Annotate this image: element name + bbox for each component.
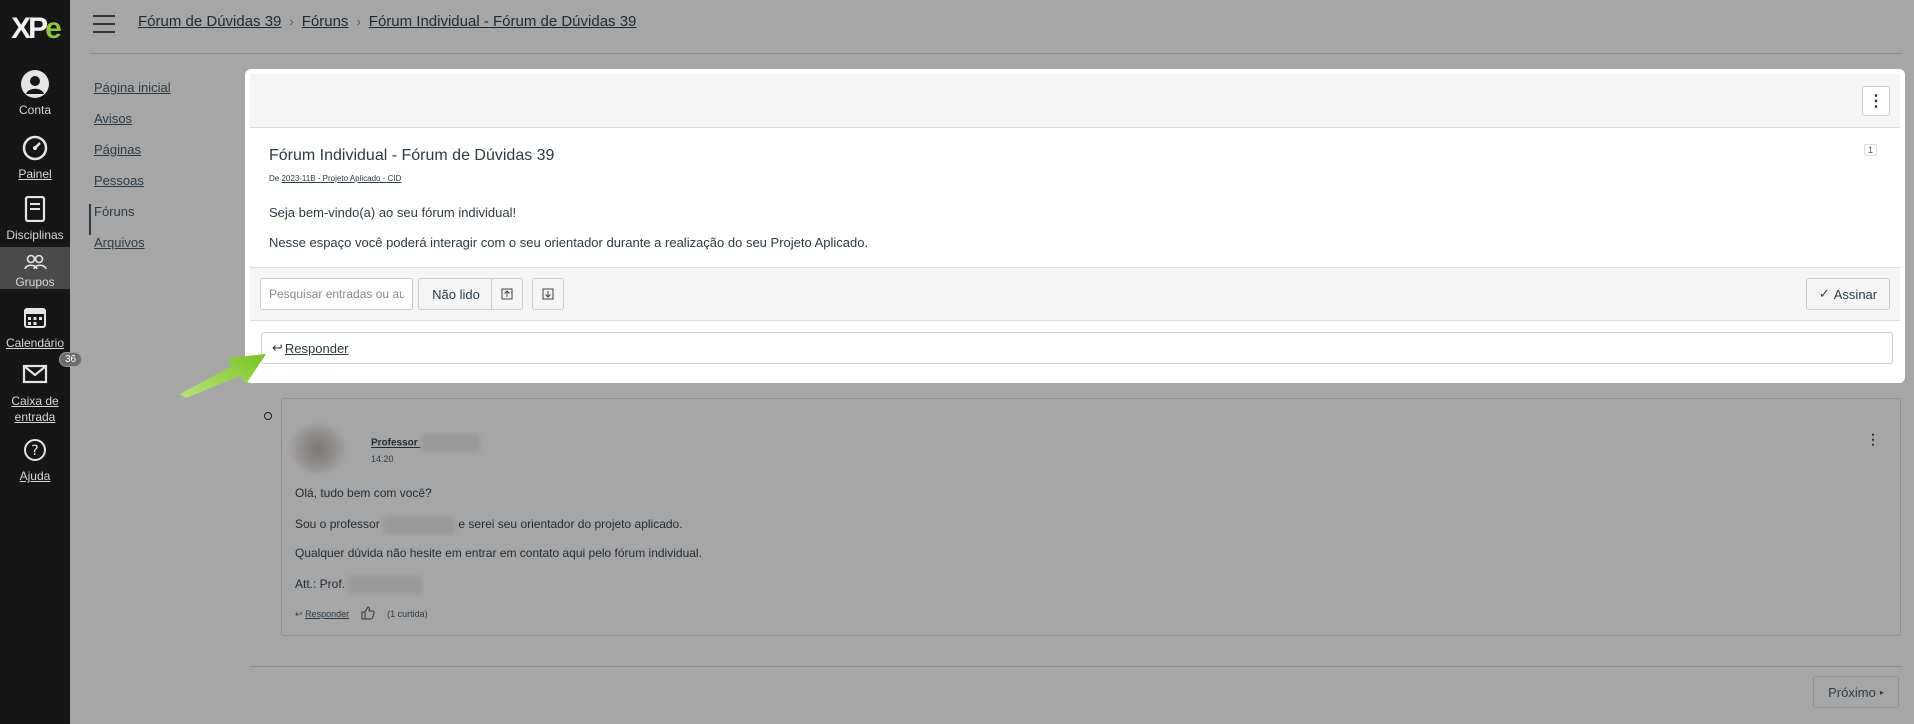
topic-message-line: Nesse espaço você poderá interagir com o… [269,235,869,250]
nav-item-conta[interactable]: Conta [0,68,70,117]
topic-title: Fórum Individual - Fórum de Dúvidas 39 [269,147,555,164]
redacted-name [348,576,423,594]
like-button[interactable] [361,606,375,622]
course-nav: Página inicial Avisos Páginas Pessoas Fó… [89,80,171,266]
collapse-icon [501,288,513,300]
reply-link[interactable]: Responder [285,341,349,356]
breadcrumb-separator-icon: › [356,14,361,29]
svg-text:?: ? [31,443,38,459]
nav-item-caixa-de-entrada[interactable]: 36 Caixa de entrada [0,352,83,425]
nav-item-disciplinas[interactable]: Disciplinas [0,193,70,242]
logo[interactable]: XP e [0,8,70,50]
topic-source-link[interactable]: 2023-11B - Projeto Aplicado - CID [281,174,401,183]
course-nav-avisos[interactable]: Avisos [94,111,171,142]
groups-icon [22,252,48,272]
footer-divider [250,666,1902,667]
entry-text-line: Qualquer dúvida não hesite em entrar em … [295,546,702,560]
check-icon: ✓ [1818,286,1830,301]
caret-right-icon: ▸ [1879,687,1884,697]
topic-message-line: Seja bem-vindo(a) ao seu fórum individua… [269,205,517,220]
help-icon: ? [19,434,51,466]
nav-item-calendario[interactable]: Calendário [0,301,70,350]
course-nav-arquivos[interactable]: Arquivos [94,235,171,266]
search-input[interactable] [260,278,413,310]
entry-options-icon[interactable]: ⋮ [1866,431,1880,448]
breadcrumb-separator-icon: › [289,14,294,29]
unread-indicator-icon [264,412,272,420]
subscribe-button[interactable]: ✓ Assinar [1806,278,1890,310]
topic-count: 1 [1863,144,1877,156]
menu-toggle-icon[interactable] [93,15,115,33]
expand-icon [542,288,554,300]
entry-text-line: Olá, tudo bem com você? [295,486,432,500]
thumbs-up-icon [361,606,375,620]
entry-text-line: Sou o professor e serei seu orientador d… [295,516,683,534]
reply-icon: ↩ [272,340,283,355]
inbox-icon: 36 [19,352,83,390]
breadcrumb-foruns[interactable]: Fóruns [302,13,349,30]
unread-filter-button[interactable]: Não lido [418,278,494,310]
breadcrumb-current[interactable]: Fórum Individual - Fórum de Dúvidas 39 [369,13,637,30]
discussion-toolbar: Não lido ✓ Assinar [250,267,1900,321]
discussion-entry: Professor 14:20 ⋮ Olá, tudo bem com você… [281,398,1901,636]
breadcrumb-course[interactable]: Fórum de Dúvidas 39 [138,13,281,30]
dashboard-icon [19,132,51,164]
global-nav: XP e Conta Painel Disciplinas Grupos Cale… [0,0,83,724]
course-nav-pessoas[interactable]: Pessoas [94,173,171,204]
topic-header-bar: ⋮ [250,74,1900,128]
like-count: (1 curtida) [387,609,428,619]
calendar-icon [19,301,51,333]
reply-icon: ↩ [295,608,303,619]
header-divider [90,53,1902,54]
reply-box[interactable]: ↩ Responder [261,332,1893,364]
inbox-badge: 36 [59,352,83,367]
redacted-name [383,516,456,534]
breadcrumb: Fórum de Dúvidas 39 › Fóruns › Fórum Ind… [138,13,636,30]
redacted-name [422,434,481,452]
course-nav-paginas[interactable]: Páginas [94,142,171,173]
discussion-topic-card: ⋮ Fórum Individual - Fórum de Dúvidas 39… [247,71,1903,381]
course-nav-pagina-inicial[interactable]: Página inicial [94,80,171,111]
entry-timestamp: 14:20 [371,454,394,464]
nav-item-painel[interactable]: Painel [0,132,70,181]
user-icon [19,68,51,100]
nav-item-ajuda[interactable]: ? Ajuda [0,434,70,483]
entry-text-line: Att.: Prof. [295,576,423,594]
avatar[interactable] [290,425,346,473]
topic-options-icon[interactable]: ⋮ [1862,86,1890,116]
next-button[interactable]: Próximo ▸ [1813,676,1899,708]
course-nav-foruns[interactable]: Fóruns [89,204,171,235]
entry-author[interactable]: Professor [371,434,481,452]
pointer-arrow-icon [180,354,266,398]
book-icon [19,193,51,225]
collapse-all-button[interactable] [491,278,523,310]
topic-source: De 2023-11B - Projeto Aplicado - CID [269,174,402,183]
nav-item-grupos[interactable]: Grupos [0,247,70,289]
entry-reply-button[interactable]: ↩ Responder [295,609,349,620]
expand-all-button[interactable] [532,278,564,310]
entry-actions: ↩ Responder (1 curtida) [295,606,428,622]
